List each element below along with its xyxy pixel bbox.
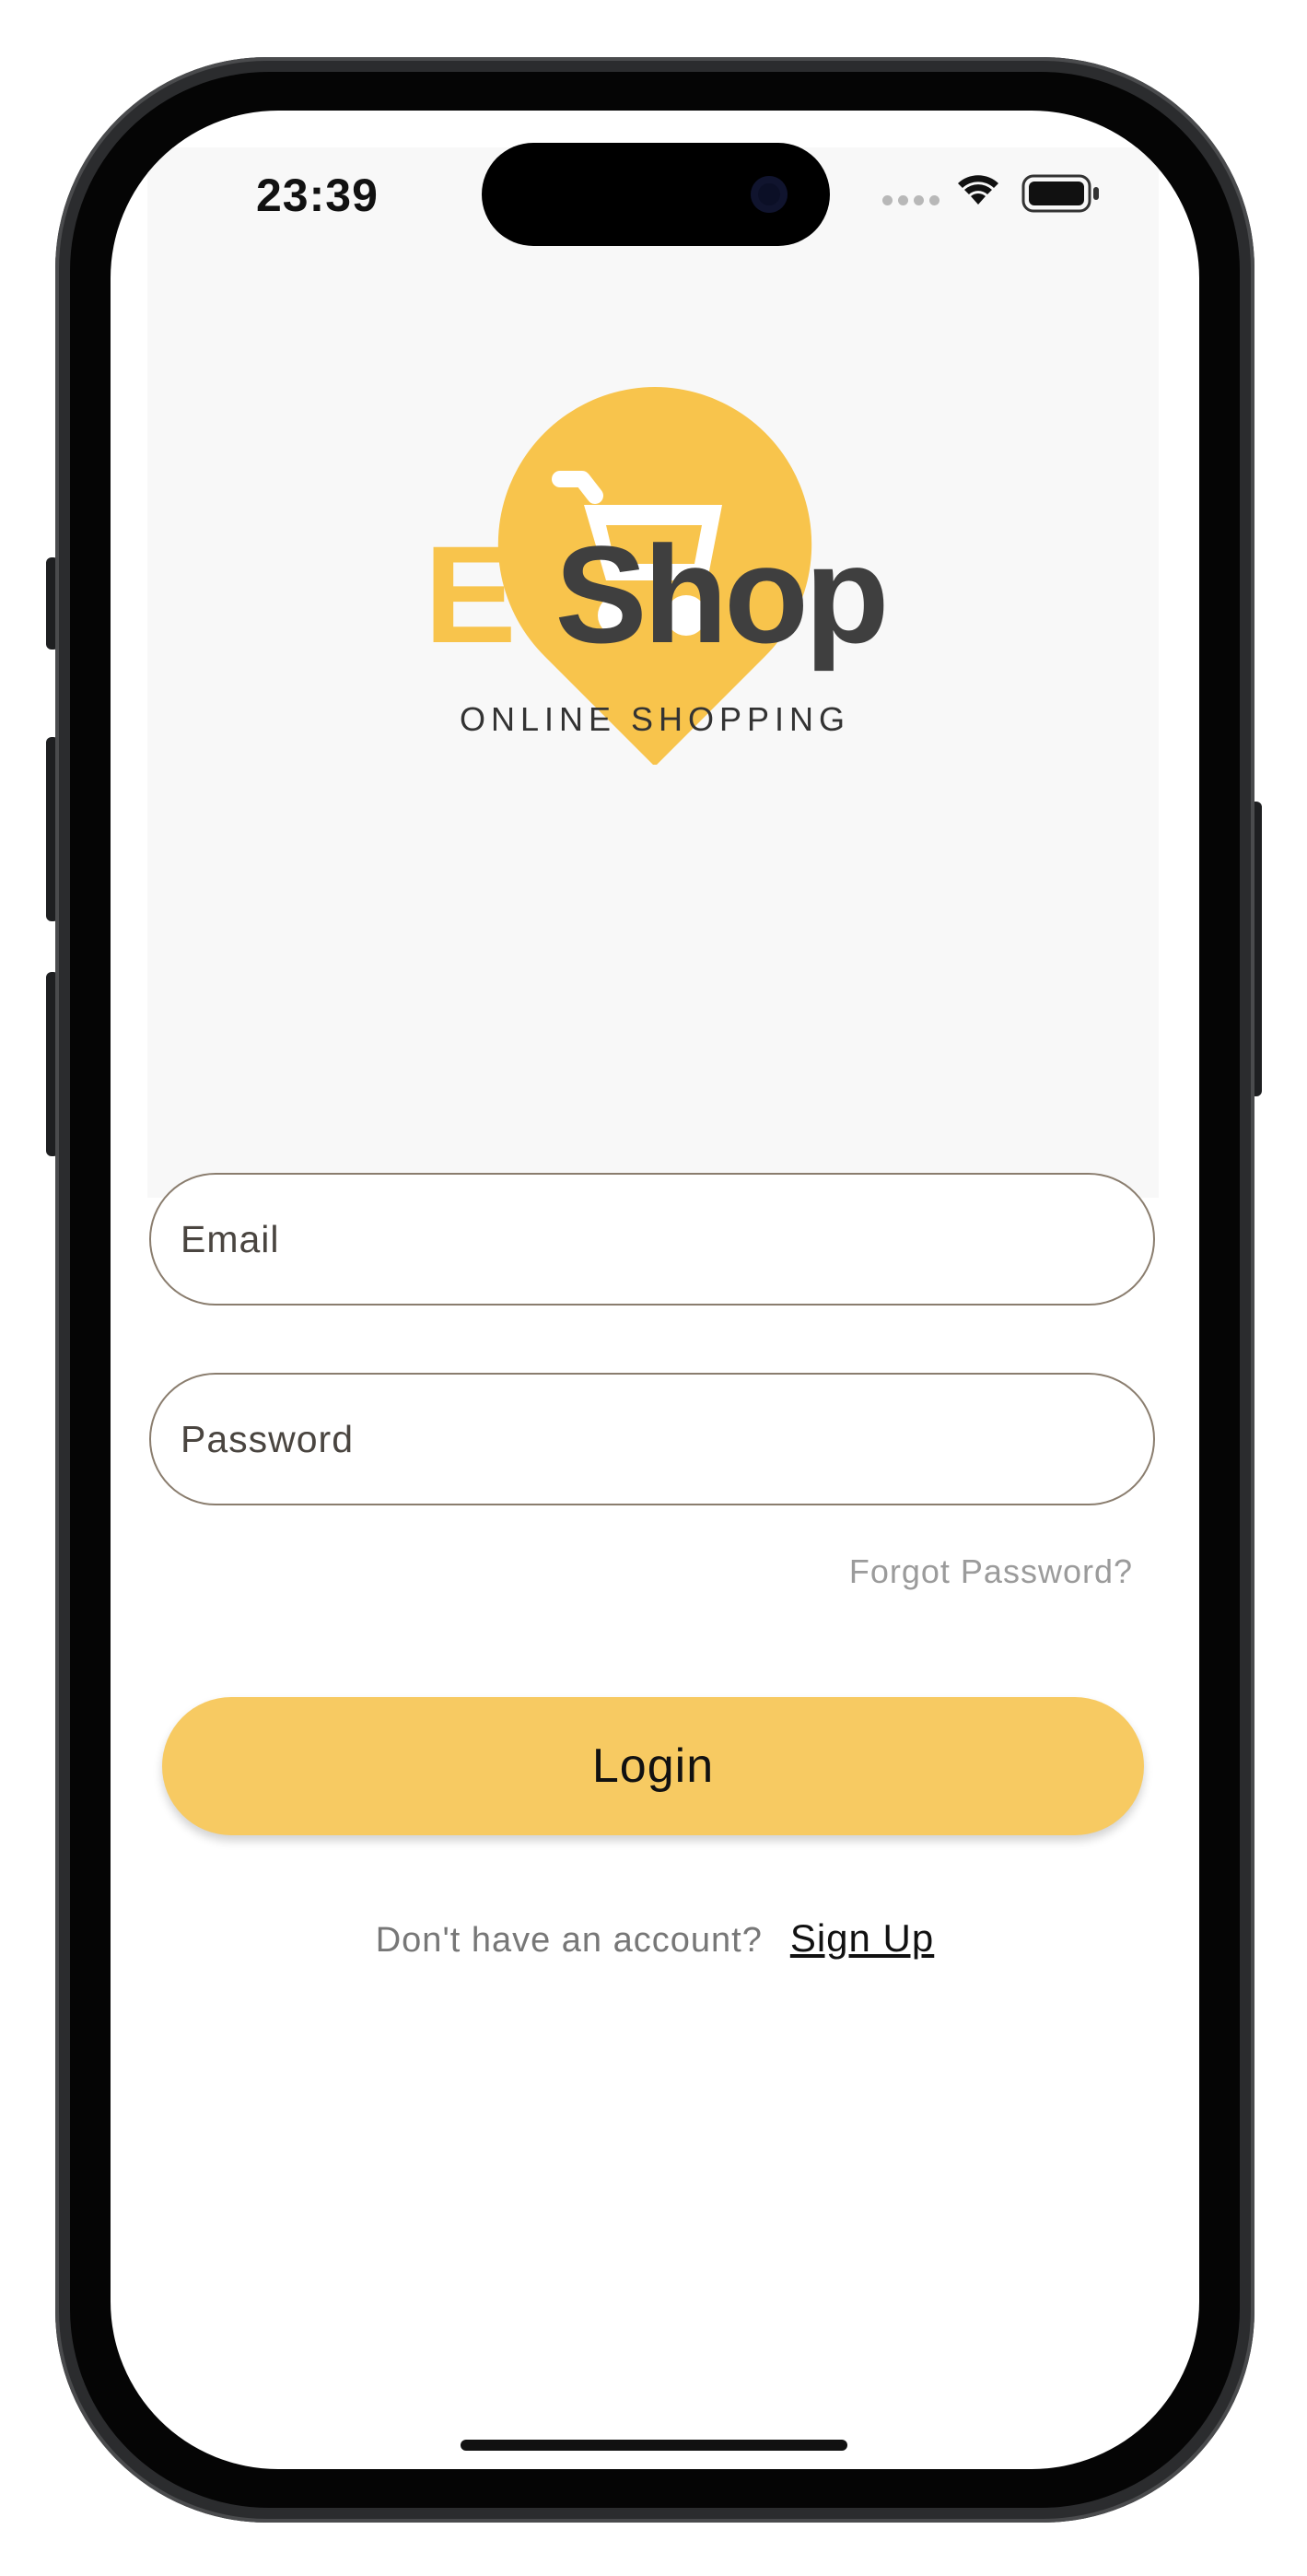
app-screen: 23:39 E-Shop ONLINE SHOPPING Email Passw… [111, 111, 1199, 2469]
password-field[interactable]: Password [149, 1373, 1155, 1505]
brand-name: Shop [554, 517, 890, 672]
login-button[interactable]: Login [162, 1697, 1144, 1835]
email-field[interactable]: Email [149, 1173, 1155, 1306]
brand-wordmark: E-Shop [111, 525, 1199, 663]
home-indicator[interactable] [461, 2440, 847, 2451]
battery-icon [1021, 174, 1099, 213]
forgot-password-link[interactable]: Forgot Password? [849, 1552, 1133, 1591]
dynamic-island [482, 143, 830, 246]
signup-link[interactable]: Sign Up [790, 1916, 934, 1960]
email-placeholder: Email [181, 1217, 280, 1260]
brand-prefix: E- [424, 517, 559, 672]
signal-icon [882, 195, 939, 205]
signup-question: Don't have an account? [375, 1921, 763, 1960]
brand-tagline: ONLINE SHOPPING [459, 700, 851, 738]
status-time: 23:39 [256, 170, 379, 221]
front-camera [751, 176, 788, 213]
wifi-icon [958, 175, 998, 205]
password-placeholder: Password [181, 1417, 355, 1460]
signup-prompt: Don't have an account? Sign Up [111, 1916, 1199, 1961]
